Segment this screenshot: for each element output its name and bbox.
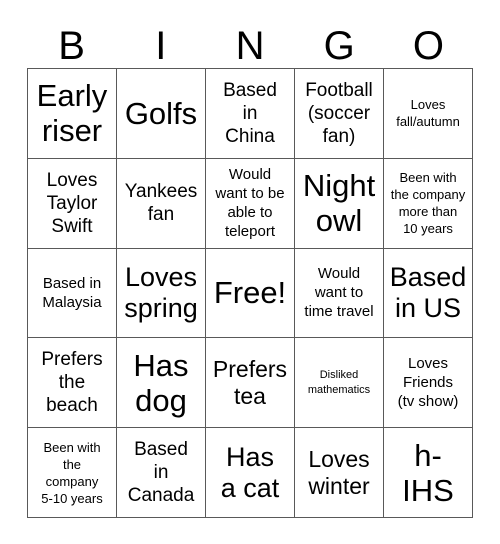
bingo-cell-n5[interactable]: Has a cat (206, 428, 295, 518)
bingo-cell-i3[interactable]: Loves spring (117, 248, 206, 339)
bingo-cell-free[interactable]: Free! (206, 248, 295, 339)
bingo-cell-label: Yankees fan (124, 181, 198, 226)
bingo-grid: Early riser Golfs Based in China Football (… (27, 68, 473, 518)
bingo-card: B I N G O Early riser Golfs Based in China… (0, 0, 500, 544)
bingo-cell-g4[interactable]: Disliked mathematics (295, 338, 384, 429)
bingo-cell-label: Loves Taylor Swift (46, 169, 98, 237)
bingo-cell-o4[interactable]: Loves Friends (tv show) (384, 338, 473, 429)
bingo-cell-n1[interactable]: Based in China (206, 69, 295, 159)
bingo-cell-label: Been with the company 5-10 years (41, 439, 103, 506)
bingo-cell-label: Night owl (302, 168, 376, 239)
bingo-cell-g5[interactable]: Loves winter (295, 428, 384, 518)
header-letter-g: G (323, 24, 355, 68)
bingo-cell-b3[interactable]: Based in Malaysia (28, 248, 117, 339)
header-letter-o: O (412, 24, 444, 68)
bingo-cell-label: Would want to time travel (304, 265, 374, 321)
bingo-cell-label: Loves spring (124, 261, 198, 323)
bingo-cell-label: Based in Canada (127, 439, 195, 507)
bingo-cell-label: Loves winter (308, 445, 370, 499)
bingo-cell-n2[interactable]: Would want to be able to teleport (206, 158, 295, 249)
header-letter-i: I (155, 24, 167, 68)
bingo-cell-label: Loves Friends (tv show) (397, 355, 459, 411)
bingo-cell-label: Based in Malaysia (42, 274, 102, 311)
bingo-cell-label: Has a cat (220, 441, 280, 503)
bingo-cell-i2[interactable]: Yankees fan (117, 158, 206, 249)
bingo-cell-label: Been with the company more than 10 years (390, 170, 466, 237)
bingo-cell-label: Early riser (36, 78, 108, 149)
bingo-cell-label: Prefers tea (212, 355, 288, 409)
bingo-cell-g1[interactable]: Football (soccer fan) (295, 69, 384, 159)
bingo-cell-o5[interactable]: h- IHS (384, 428, 473, 518)
bingo-cell-i5[interactable]: Based in Canada (117, 428, 206, 518)
bingo-cell-label: Free! (213, 275, 287, 311)
bingo-cell-label: Would want to be able to teleport (215, 166, 285, 241)
bingo-cell-b4[interactable]: Prefers the beach (28, 338, 117, 429)
bingo-cell-label: Based in China (223, 79, 277, 147)
bingo-cell-label: Golfs (124, 95, 198, 131)
bingo-cell-label: Football (soccer fan) (305, 79, 373, 147)
bingo-cell-o2[interactable]: Been with the company more than 10 years (384, 158, 473, 249)
bingo-header-row: B I N G O (27, 20, 473, 68)
bingo-cell-g2[interactable]: Night owl (295, 158, 384, 249)
bingo-cell-n4[interactable]: Prefers tea (206, 338, 295, 429)
bingo-cell-b5[interactable]: Been with the company 5-10 years (28, 428, 117, 518)
bingo-cell-g3[interactable]: Would want to time travel (295, 248, 384, 339)
bingo-cell-i4[interactable]: Has dog (117, 338, 206, 429)
bingo-cell-label: Disliked mathematics (307, 368, 371, 396)
header-letter-b: B (58, 24, 85, 68)
bingo-cell-o1[interactable]: Loves fall/autumn (384, 69, 473, 159)
bingo-cell-b2[interactable]: Loves Taylor Swift (28, 158, 117, 249)
bingo-cell-label: Based in US (389, 261, 467, 323)
header-letter-n: N (235, 24, 265, 68)
bingo-cell-i1[interactable]: Golfs (117, 69, 206, 159)
bingo-cell-o3[interactable]: Based in US (384, 248, 473, 339)
bingo-cell-b1[interactable]: Early riser (28, 69, 117, 159)
bingo-cell-label: h- IHS (402, 437, 454, 508)
bingo-cell-label: Loves fall/autumn (396, 97, 460, 130)
bingo-cell-label: Prefers the beach (41, 349, 103, 417)
bingo-cell-label: Has dog (133, 347, 189, 418)
